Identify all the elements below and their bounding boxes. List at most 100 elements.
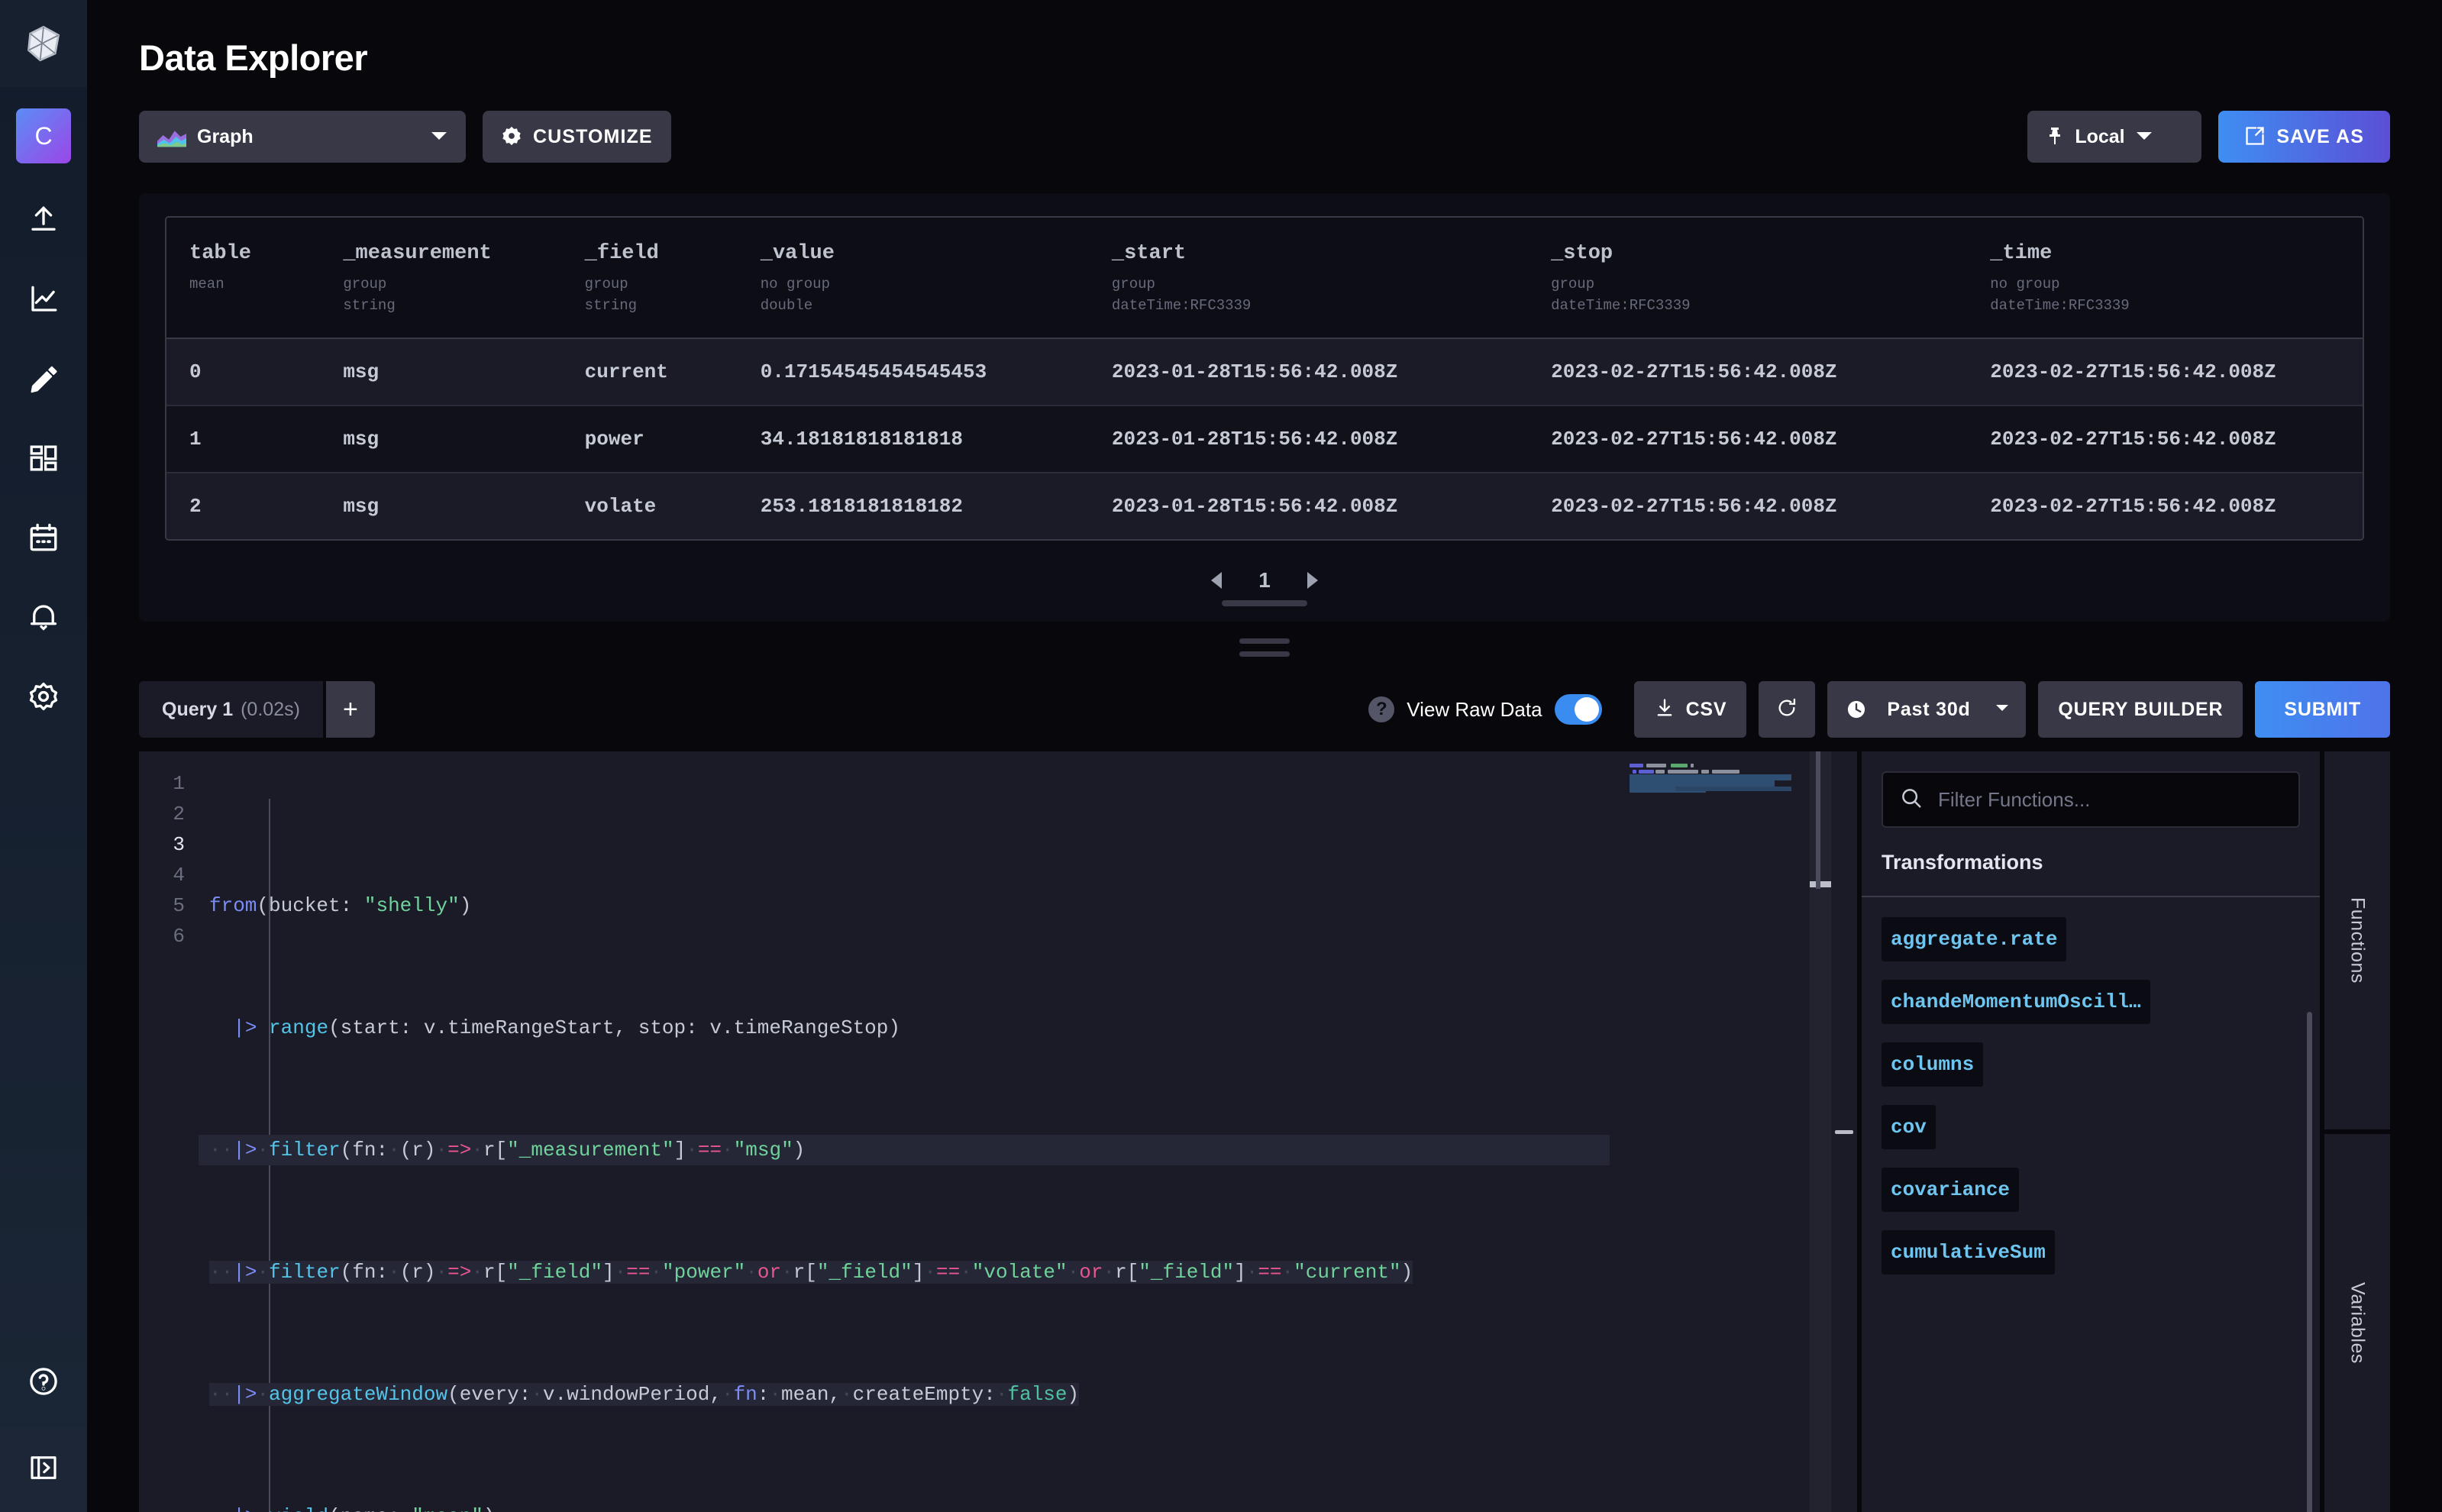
data-explorer-app: C [0,0,2442,1512]
resize-bar [1239,638,1290,644]
visualization-type-dropdown[interactable]: Graph [139,111,466,163]
column-group: group [1112,274,1528,296]
left-nav: C [0,0,87,1512]
help-button[interactable] [0,1339,87,1426]
sidebar-item-notebooks[interactable] [0,341,87,420]
column-type: dateTime:RFC3339 [1551,296,1967,317]
view-raw-data-group: ? View Raw Data [1368,694,1601,725]
column-header[interactable]: _field group string [562,218,738,338]
sidebar-item-settings[interactable] [0,658,87,738]
chevron-left-icon[interactable] [1208,570,1225,590]
list-item[interactable]: cov [1882,1105,1936,1149]
table-row[interactable]: 2 msg volate 253.1818181818182 2023-01-2… [166,473,2363,539]
list-item[interactable]: covariance [1882,1168,2019,1212]
column-header[interactable]: _stop group dateTime:RFC3339 [1528,218,1967,338]
question-mark-icon[interactable]: ? [1368,696,1394,722]
column-header[interactable]: _start group dateTime:RFC3339 [1089,218,1528,338]
cell-time: 2023-02-27T15:56:42.008Z [1967,338,2363,405]
calendar-icon [27,522,60,557]
query-tab-name: Query 1 [162,699,233,721]
code-line-6: ··|>·yield(name:·"mean") [199,1501,1610,1512]
functions-panel: Transformations aggregate.rate chandeMom… [1862,751,2320,1512]
column-header[interactable]: _measurement group string [320,218,561,338]
column-name: _time [1990,242,2363,265]
list-item[interactable]: columns [1882,1042,1983,1087]
list-item[interactable]: chandeMomentumOscill… [1882,980,2150,1024]
cell-stop: 2023-02-27T15:56:42.008Z [1528,473,1967,539]
save-as-label: SAVE AS [2276,126,2364,148]
editor-area: 1 2 3 4 5 6 from(bucket: "shelly") |> ra… [139,751,2390,1512]
download-icon [1654,697,1675,722]
column-group: mean [189,274,320,296]
column-meta: group string [585,274,738,316]
tab-variables[interactable]: Variables [2324,1134,2390,1512]
panel-resize-handle[interactable] [87,622,2442,667]
functions-list[interactable]: aggregate.rate chandeMomentumOscill… col… [1862,897,2320,1512]
page-number: 1 [1258,568,1271,593]
chevron-right-icon[interactable] [1304,570,1321,590]
cell-time: 2023-02-27T15:56:42.008Z [1967,405,2363,473]
table-row[interactable]: 1 msg power 34.18181818181818 2023-01-28… [166,405,2363,473]
column-header[interactable]: _time no group dateTime:RFC3339 [1967,218,2363,338]
sidebar-item-load-data[interactable] [0,182,87,261]
nav-bottom [0,1339,87,1512]
cell-start: 2023-01-28T15:56:42.008Z [1089,338,1528,405]
raw-data-table-wrap: table mean _measurement group [165,216,2364,541]
save-as-button[interactable]: SAVE AS [2218,111,2390,163]
sidebar-item-tasks[interactable] [0,499,87,579]
flux-editor[interactable]: 1 2 3 4 5 6 from(bucket: "shelly") |> ra… [139,751,1857,1512]
query-tab-1[interactable]: Query 1 (0.02s) [139,681,323,738]
column-name: _start [1112,242,1528,265]
csv-download-button[interactable]: CSV [1634,681,1747,738]
cell-table: 0 [166,338,320,405]
org-avatar[interactable]: C [16,108,71,163]
time-range-dropdown[interactable]: Past 30d [1827,681,2026,738]
gear-icon [27,680,60,716]
refresh-button[interactable] [1759,681,1815,738]
minimap-track[interactable] [1810,751,1831,1512]
functions-scrollbar[interactable] [2307,1012,2312,1512]
resize-bar [1239,651,1290,657]
chevron-down-icon [2136,131,2153,144]
page-title: Data Explorer [87,0,2442,79]
influxdb-logo-icon[interactable] [0,0,87,87]
cell-measurement: msg [320,473,561,539]
list-item[interactable]: cumulativeSum [1882,1230,2055,1275]
add-query-button[interactable]: + [326,681,375,738]
table-head: table mean _measurement group [166,218,2363,338]
tab-variables-label: Variables [2347,1282,2369,1364]
side-tab-group: Functions Variables [2324,751,2390,1512]
filter-functions-input[interactable] [1882,771,2300,828]
line-number: 2 [139,799,199,829]
minimap-scroll-thumb[interactable] [1816,751,1820,889]
sidebar-item-dashboards[interactable] [0,420,87,499]
tab-functions[interactable]: Functions [2324,751,2390,1129]
external-link-icon [2244,125,2266,149]
column-meta: group dateTime:RFC3339 [1112,274,1528,316]
flux-code[interactable]: from(bucket: "shelly") |> range(start: v… [199,751,1610,1512]
line-number: 5 [139,890,199,921]
local-timezone-dropdown[interactable]: Local [2027,111,2201,163]
submit-button[interactable]: SUBMIT [2255,681,2390,738]
editor-minimap[interactable] [1610,751,1831,1512]
editor-gutter: 1 2 3 4 5 6 [139,751,199,1512]
query-builder-button[interactable]: QUERY BUILDER [2038,681,2243,738]
view-raw-data-toggle[interactable] [1555,694,1602,725]
customize-button[interactable]: CUSTOMIZE [483,111,671,163]
line-number: 6 [139,921,199,951]
cell-value: 34.18181818181818 [738,405,1089,473]
table-row[interactable]: 0 msg current 0.17154545454545453 2023-0… [166,338,2363,405]
sidebar-item-alerts[interactable] [0,579,87,658]
column-type: dateTime:RFC3339 [1112,296,1528,317]
column-header[interactable]: table mean [166,218,320,338]
expand-sidebar-button[interactable] [0,1426,87,1512]
list-item[interactable]: aggregate.rate [1882,917,2066,961]
dashboard-grid-icon [27,442,60,478]
column-header[interactable]: _value no group double [738,218,1089,338]
editor-collapse-strip[interactable] [1831,751,1857,1512]
tab-functions-label: Functions [2347,897,2369,984]
sidebar-item-explore[interactable] [0,261,87,341]
table-horizontal-scrollbar[interactable] [1222,600,1307,606]
chevron-down-icon [431,131,447,144]
org-initial: C [34,122,52,150]
